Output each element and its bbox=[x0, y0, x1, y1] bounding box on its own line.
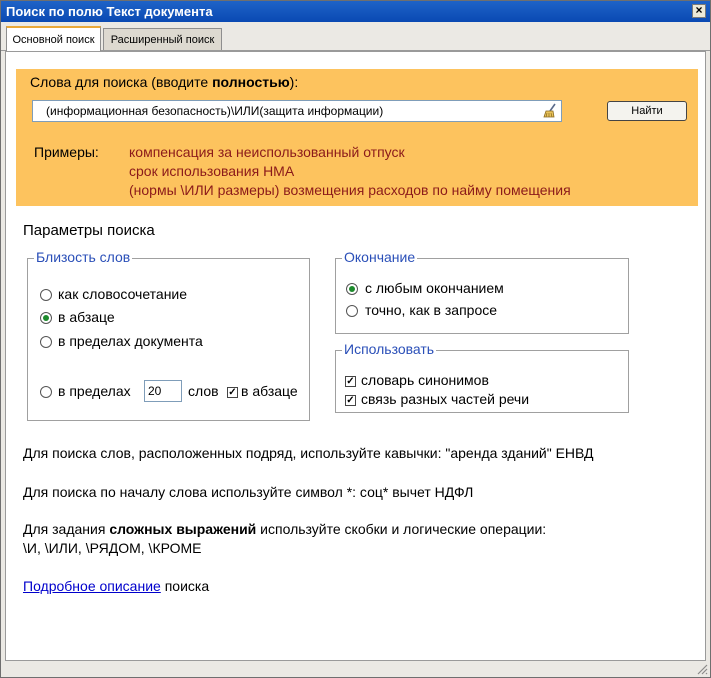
params-heading: Параметры поиска bbox=[23, 222, 155, 239]
hint-more-suffix: поиска bbox=[160, 578, 210, 594]
proximity-legend: Близость слов bbox=[34, 249, 133, 265]
hint-operators: \И, \ИЛИ, \РЯДОМ, \КРОМЕ bbox=[23, 540, 202, 556]
synonyms-checkbox[interactable]: ✓ bbox=[345, 376, 356, 387]
ending-legend: Окончание bbox=[342, 249, 418, 265]
radio-within-label[interactable]: в пределах bbox=[58, 383, 131, 399]
hint-complex-prefix: Для задания bbox=[23, 521, 110, 537]
ending-group: Окончание с любым окончанием точно, как … bbox=[335, 249, 629, 334]
parts-of-speech-label[interactable]: связь разных частей речи bbox=[361, 391, 529, 407]
title-bar: Поиск по полю Текст документа × bbox=[1, 1, 710, 22]
hint-complex: Для задания сложных выражений используйт… bbox=[23, 521, 546, 537]
within-words-input[interactable]: 20 bbox=[144, 380, 182, 402]
radio-within[interactable] bbox=[40, 386, 52, 398]
radio-paragraph[interactable] bbox=[40, 312, 52, 324]
radio-any-ending-label[interactable]: с любым окончанием bbox=[365, 280, 504, 296]
use-group: Использовать ✓ словарь синонимов ✓ связь… bbox=[335, 341, 629, 413]
search-prompt-prefix: Слова для поиска (вводите bbox=[30, 74, 213, 90]
close-button[interactable]: × bbox=[692, 4, 706, 18]
detailed-description-link[interactable]: Подробное описание bbox=[23, 578, 161, 594]
clear-broom-icon[interactable] bbox=[541, 103, 559, 119]
synonyms-label[interactable]: словарь синонимов bbox=[361, 372, 489, 388]
radio-phrase[interactable] bbox=[40, 289, 52, 301]
close-icon: × bbox=[695, 3, 703, 17]
hint-complex-bold: сложных выражений bbox=[109, 521, 257, 537]
search-panel: Слова для поиска (вводите полностью): (и… bbox=[5, 51, 706, 661]
example-1[interactable]: компенсация за неиспользованный отпуск bbox=[129, 144, 405, 160]
hint-complex-suffix: используйте скобки и логические операции… bbox=[256, 521, 547, 537]
tab-strip: Основной поиск Расширенный поиск bbox=[1, 22, 710, 51]
examples-label: Примеры: bbox=[34, 144, 99, 160]
radio-phrase-label[interactable]: как словосочетание bbox=[58, 286, 187, 302]
radio-paragraph-label[interactable]: в абзаце bbox=[58, 309, 115, 325]
in-paragraph-label[interactable]: в абзаце bbox=[241, 383, 298, 399]
hint-more: Подробное описание поиска bbox=[23, 578, 209, 594]
find-button[interactable]: Найти bbox=[607, 101, 687, 121]
words-label: слов bbox=[188, 383, 219, 399]
example-3[interactable]: (нормы \ИЛИ размеры) возмещения расходов… bbox=[129, 182, 571, 198]
search-input-value: (информационная безопасность)\ИЛИ(защита… bbox=[46, 104, 384, 118]
search-prompt: Слова для поиска (вводите полностью): bbox=[30, 74, 298, 90]
example-2[interactable]: срок использования НМА bbox=[129, 163, 294, 179]
search-prompt-suffix: ): bbox=[289, 74, 299, 90]
window-title: Поиск по полю Текст документа bbox=[6, 4, 213, 19]
radio-any-ending[interactable] bbox=[346, 283, 358, 295]
search-prompt-bold: полностью bbox=[212, 74, 290, 90]
tab-advanced-search[interactable]: Расширенный поиск bbox=[103, 28, 222, 50]
search-input[interactable]: (информационная безопасность)\ИЛИ(защита… bbox=[32, 100, 562, 122]
tab-basic-search[interactable]: Основной поиск bbox=[6, 26, 101, 51]
radio-exact-label[interactable]: точно, как в запросе bbox=[365, 302, 497, 318]
hint-prefix: Для поиска по началу слова используйте с… bbox=[23, 484, 474, 500]
hint-quotes: Для поиска слов, расположенных подряд, и… bbox=[23, 445, 594, 461]
proximity-group: Близость слов как словосочетание в абзац… bbox=[27, 249, 310, 421]
in-paragraph-checkbox[interactable]: ✓ bbox=[227, 387, 238, 398]
use-legend: Использовать bbox=[342, 341, 437, 357]
radio-document-label[interactable]: в пределах документа bbox=[58, 333, 203, 349]
radio-document[interactable] bbox=[40, 336, 52, 348]
radio-exact[interactable] bbox=[346, 305, 358, 317]
parts-of-speech-checkbox[interactable]: ✓ bbox=[345, 395, 356, 406]
search-box-area: Слова для поиска (вводите полностью): (и… bbox=[16, 69, 698, 206]
resize-grip-icon[interactable] bbox=[696, 663, 708, 675]
search-window: Поиск по полю Текст документа × Основной… bbox=[0, 0, 711, 678]
